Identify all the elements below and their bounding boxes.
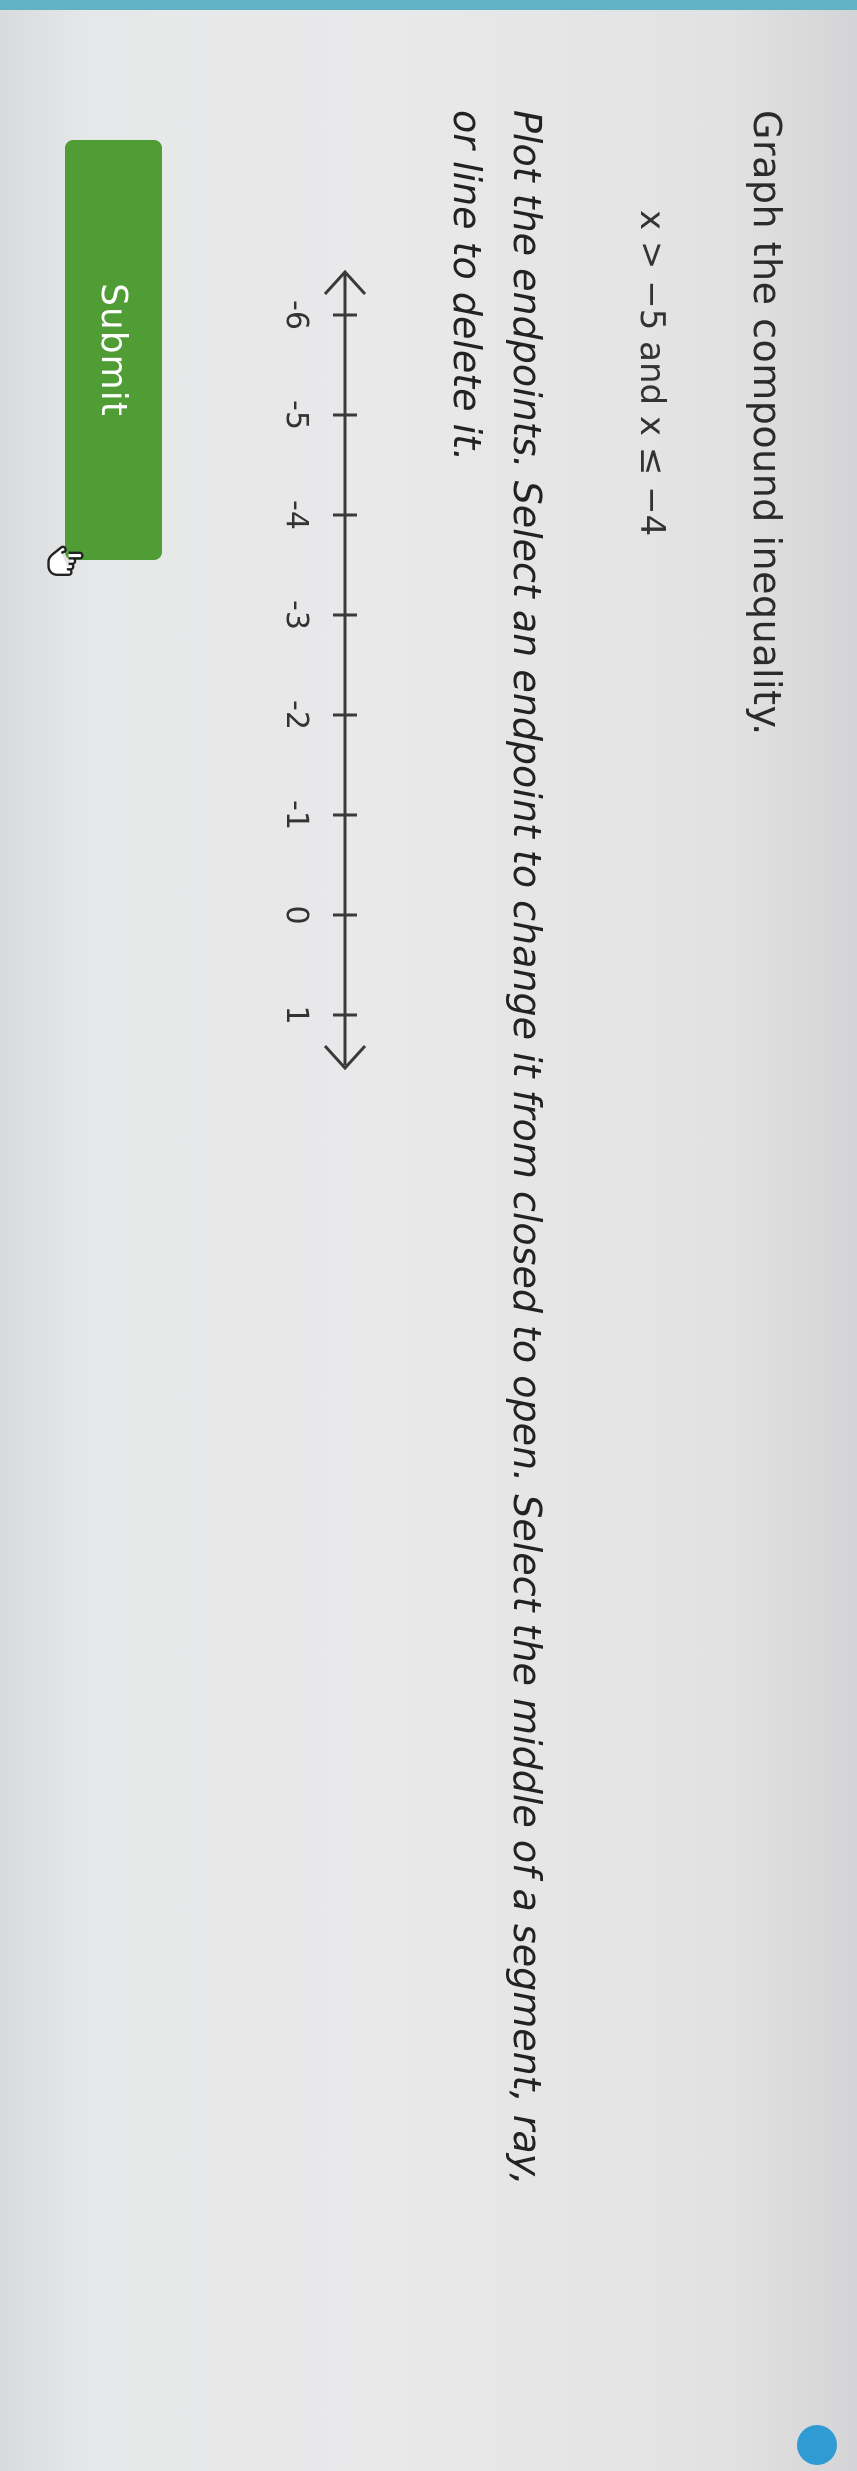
tick-label: -5	[279, 400, 314, 430]
tick-label: -4	[279, 500, 314, 530]
instructions-text: Plot the endpoints. Select an endpoint t…	[445, 110, 549, 2186]
help-badge-icon[interactable]	[797, 2425, 837, 2465]
submit-button[interactable]: Submit	[65, 140, 162, 560]
number-line[interactable]: -6 -5 -4 -3 -2 -1 0 1	[247, 260, 387, 1080]
tick-label: -1	[279, 800, 314, 830]
question-panel: Graph the compound inequality. x > −5 an…	[0, 0, 857, 2471]
tick-label: 1	[279, 1005, 314, 1024]
question-prompt: Graph the compound inequality.	[745, 110, 789, 736]
tick-label: -3	[279, 600, 314, 630]
tick-label: -6	[279, 300, 314, 330]
tick-label: 0	[279, 905, 314, 924]
pointer-hand-icon	[47, 545, 84, 577]
compound-inequality: x > −5 and x ≤ −4	[632, 210, 672, 537]
tick-label: -2	[279, 700, 314, 730]
